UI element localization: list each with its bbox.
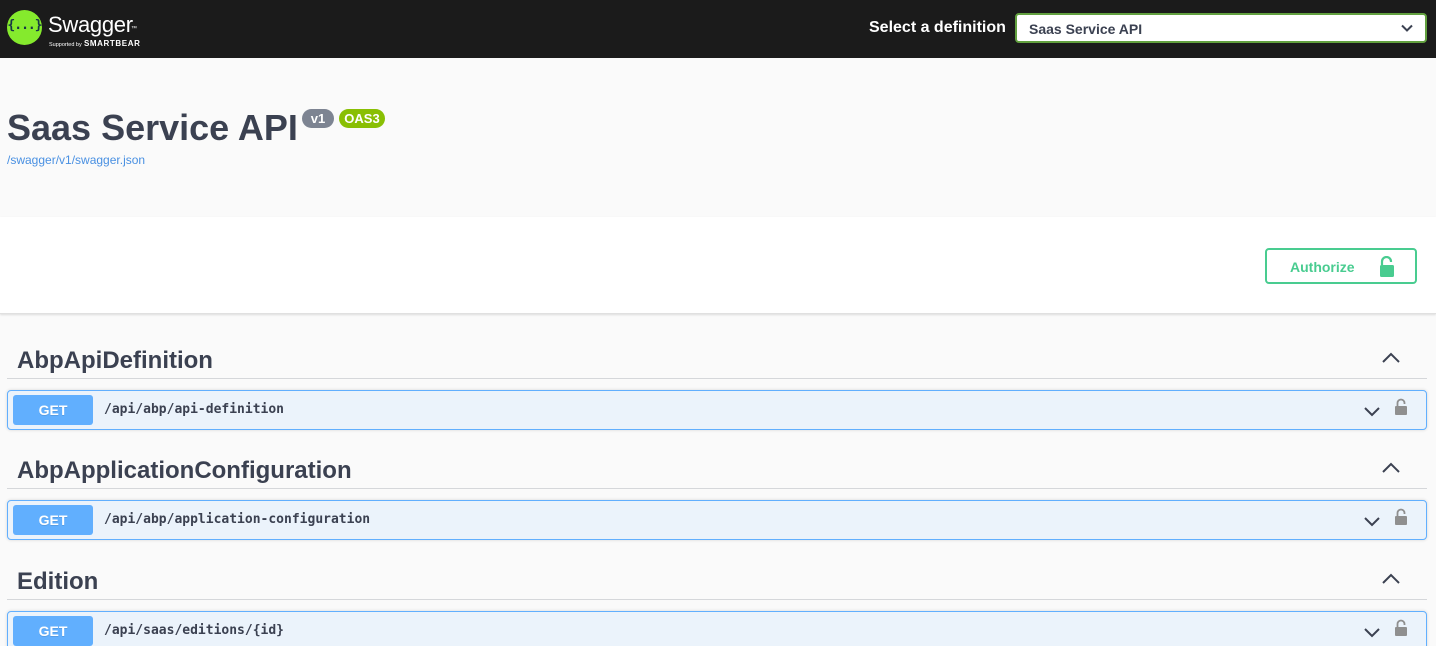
operation-path: /api/saas/editions/{id} bbox=[104, 623, 285, 638]
tag-section-abpapidefinition[interactable]: AbpApiDefinition bbox=[7, 337, 1427, 379]
tag-name: Edition bbox=[17, 568, 99, 595]
swagger-logo[interactable]: {...} Swagger ™ Supported by SMARTBEAR bbox=[7, 9, 147, 49]
definition-select[interactable]: Saas Service API bbox=[1015, 13, 1427, 43]
chevron-down-icon[interactable] bbox=[1363, 625, 1381, 639]
padlock-icon[interactable] bbox=[1394, 398, 1408, 416]
logo-name: Swagger bbox=[48, 12, 133, 37]
operation-path: /api/abp/api-definition bbox=[104, 402, 285, 417]
unlocked-padlock-icon bbox=[1380, 256, 1394, 277]
authorize-button[interactable]: Authorize bbox=[1265, 248, 1417, 284]
http-method-badge: GET bbox=[13, 395, 93, 425]
top-bar: {...} Swagger ™ Supported by SMARTBEAR S… bbox=[0, 0, 1436, 58]
tag-section-edition[interactable]: Edition bbox=[7, 558, 1427, 600]
chevron-up-icon[interactable] bbox=[1381, 572, 1401, 586]
tag-name: AbpApplicationConfiguration bbox=[17, 457, 352, 484]
oas-badge: OAS3 bbox=[339, 109, 385, 128]
api-info: Saas Service API v1 OAS3 /swagger/v1/swa… bbox=[0, 58, 1436, 217]
swagger-logo-icon-text: {...} bbox=[7, 18, 42, 33]
chevron-down-icon bbox=[1401, 24, 1413, 32]
operation-path: /api/abp/application-configuration bbox=[104, 512, 371, 527]
padlock-icon[interactable] bbox=[1394, 508, 1408, 526]
padlock-icon[interactable] bbox=[1394, 619, 1408, 637]
definition-select-value: Saas Service API bbox=[1029, 21, 1143, 37]
logo-supported-by: Supported by bbox=[49, 42, 82, 48]
logo-trademark: ™ bbox=[131, 26, 137, 32]
operation-get-edition-by-id[interactable]: GET /api/saas/editions/{id} bbox=[7, 611, 1427, 646]
operation-get-api-definition[interactable]: GET /api/abp/api-definition bbox=[7, 390, 1427, 430]
operation-get-application-configuration[interactable]: GET /api/abp/application-configuration bbox=[7, 500, 1427, 540]
chevron-down-icon[interactable] bbox=[1363, 404, 1381, 418]
authorize-label: Authorize bbox=[1290, 259, 1355, 275]
swagger-logo-icon: {...} bbox=[7, 10, 43, 45]
chevron-up-icon[interactable] bbox=[1381, 461, 1401, 475]
spec-url-link[interactable]: /swagger/v1/swagger.json bbox=[7, 153, 145, 167]
chevron-up-icon[interactable] bbox=[1381, 351, 1401, 365]
tag-section-abpapplicationconfiguration[interactable]: AbpApplicationConfiguration bbox=[7, 447, 1427, 489]
logo-subtitle: Supported by SMARTBEAR bbox=[49, 39, 140, 48]
http-method-badge: GET bbox=[13, 616, 93, 646]
chevron-down-icon[interactable] bbox=[1363, 514, 1381, 528]
logo-company: SMARTBEAR bbox=[83, 39, 141, 48]
page-title: Saas Service API bbox=[7, 107, 298, 148]
http-method-badge: GET bbox=[13, 505, 93, 535]
tag-name: AbpApiDefinition bbox=[17, 347, 213, 374]
scheme-container: Authorize bbox=[0, 217, 1436, 314]
select-definition-label: Select a definition bbox=[869, 19, 1006, 36]
version-badge: v1 bbox=[302, 109, 334, 128]
